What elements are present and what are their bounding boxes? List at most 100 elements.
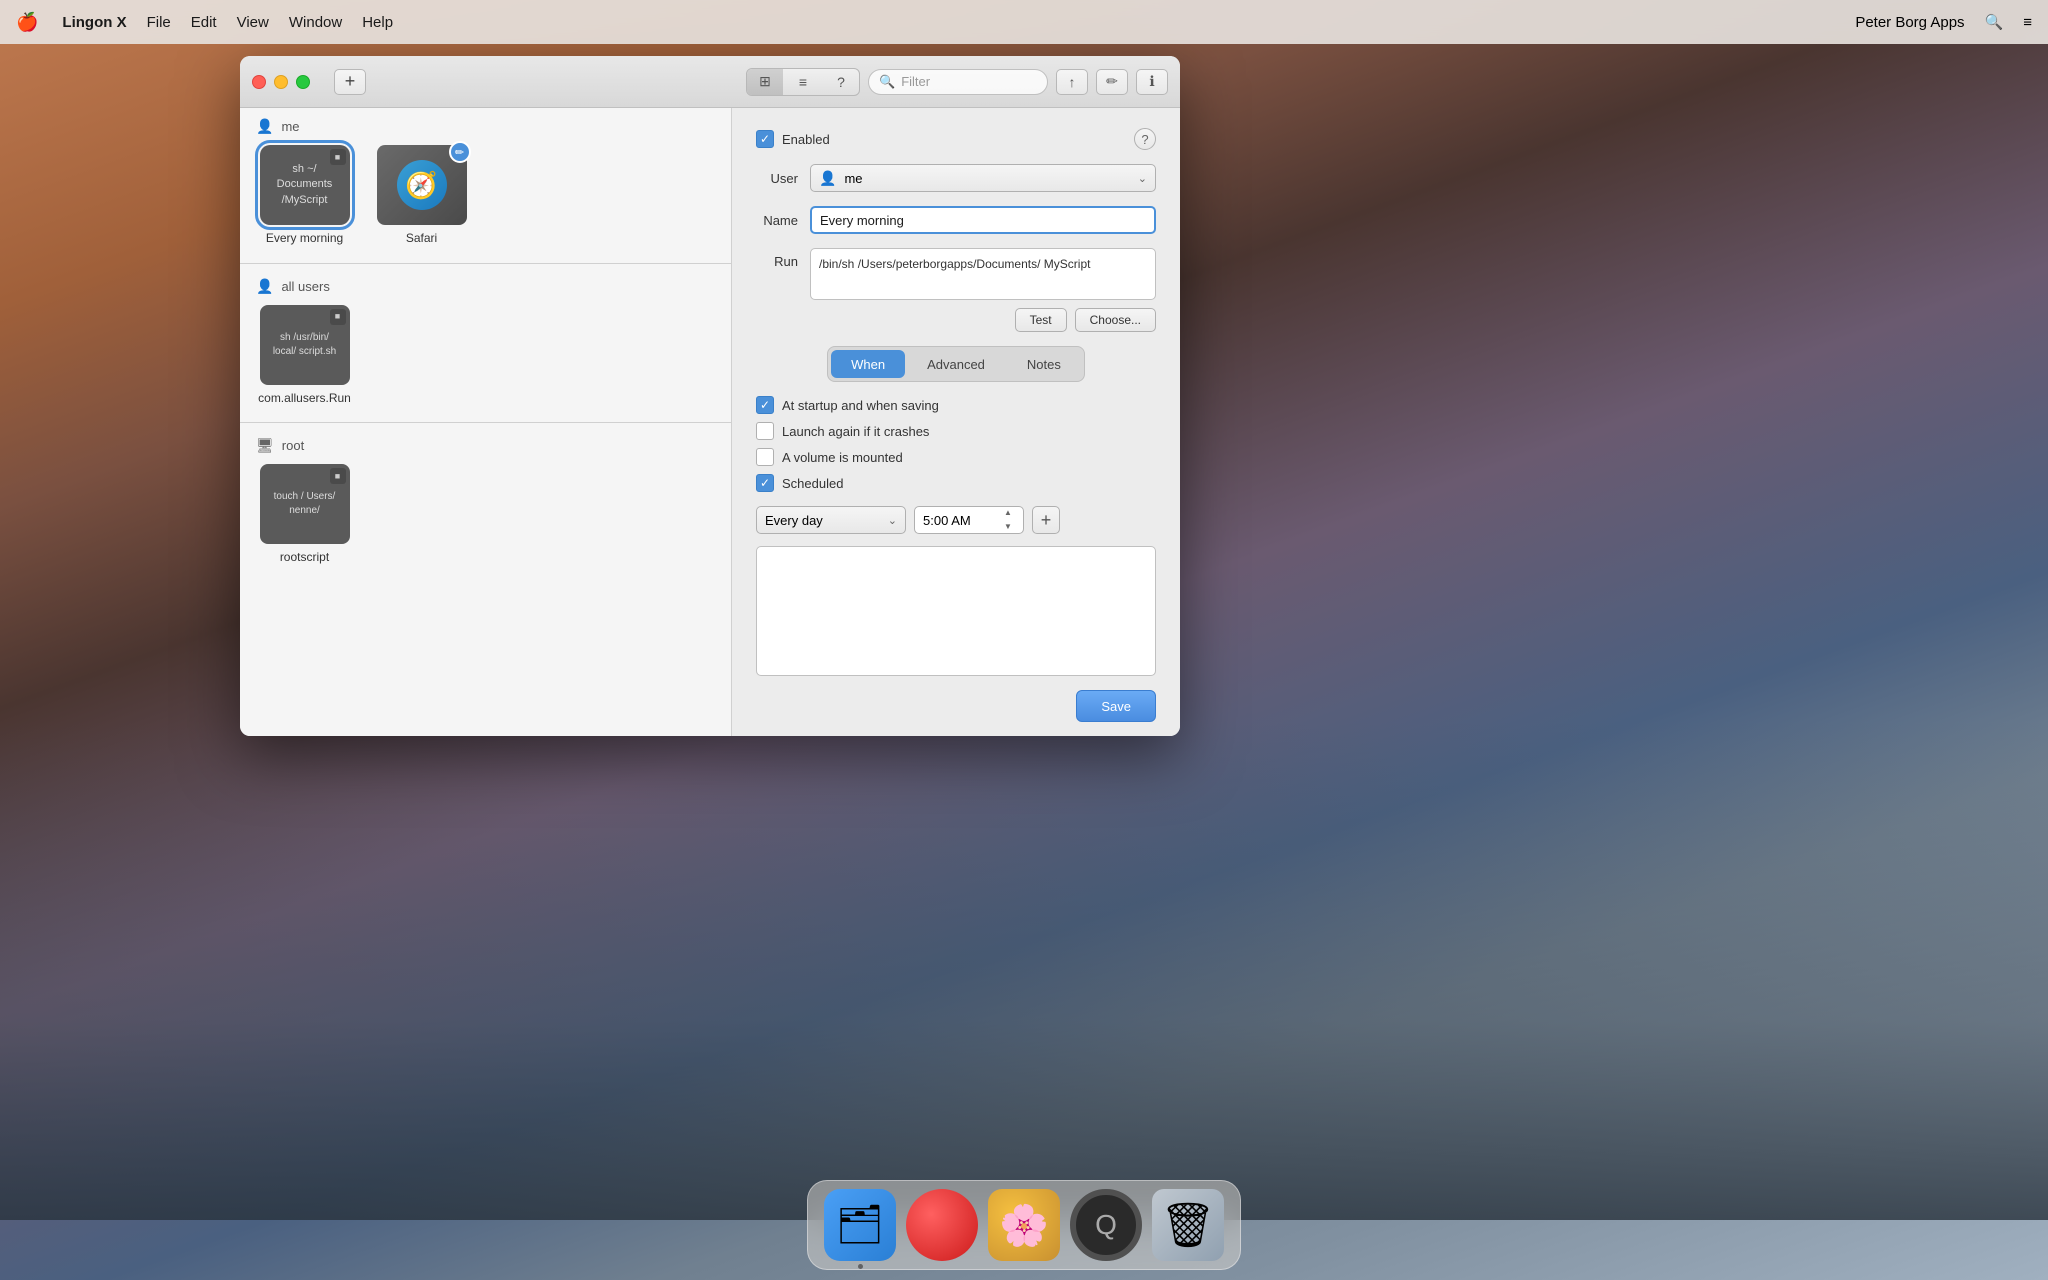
edit-menu[interactable]: Edit	[191, 14, 217, 31]
file-menu[interactable]: File	[147, 14, 171, 31]
run-value-text: /bin/sh /Users/peterborgapps/Documents/ …	[819, 257, 1090, 271]
add-item-button[interactable]: +	[334, 69, 366, 95]
root-icon: 🖥	[256, 437, 274, 454]
list-view-button[interactable]: ≡	[785, 69, 821, 95]
me-items-grid: ■ sh ~/ Documents /MyScript Every mornin…	[240, 141, 731, 259]
name-input[interactable]	[810, 206, 1156, 234]
scheduled-row: ✓ Scheduled	[756, 474, 1156, 492]
time-value: 5:00 AM	[923, 513, 971, 528]
enabled-checkbox[interactable]: ✓	[756, 130, 774, 148]
app-name-menu[interactable]: Lingon X	[62, 14, 126, 31]
menubar: 🍎 Lingon X File Edit View Window Help Pe…	[0, 0, 2048, 44]
scheduled-label: Scheduled	[782, 476, 843, 491]
window-menu[interactable]: Window	[289, 14, 342, 31]
menubar-search-icon[interactable]: 🔍	[1985, 13, 2004, 31]
safari-compass-icon: 🧭	[397, 160, 447, 210]
rootscript-text: touch / Users/ nenne/	[268, 490, 342, 518]
dock-sphere[interactable]	[906, 1189, 978, 1261]
rootscript-icon: ■ touch / Users/ nenne/	[260, 464, 350, 544]
enabled-row: ✓ Enabled ?	[756, 128, 1156, 150]
search-icon: 🔍	[879, 74, 895, 90]
user-label: User	[756, 171, 798, 186]
tab-when[interactable]: When	[831, 350, 905, 378]
user-select[interactable]: 👤 me ⌄	[810, 164, 1156, 192]
tab-notes[interactable]: Notes	[1007, 350, 1081, 378]
com-allusers-script-text: sh /usr/bin/ local/ script.sh	[268, 331, 342, 359]
frequency-select[interactable]: Every day ⌄	[756, 506, 906, 534]
launch-again-checkbox[interactable]	[756, 422, 774, 440]
right-panel: ✓ Enabled ? User 👤 me ⌄ Name	[732, 108, 1180, 736]
help-menu[interactable]: Help	[362, 14, 393, 31]
section-root: 🖥 root	[240, 427, 731, 460]
startup-checkbox[interactable]: ✓	[756, 396, 774, 414]
item-com-allusers[interactable]: ■ sh /usr/bin/ local/ script.sh com.allu…	[252, 305, 357, 407]
time-select[interactable]: 5:00 AM ▲ ▼	[914, 506, 1024, 534]
select-arrow-icon: ⌄	[1138, 172, 1147, 185]
view-toggle: ⊞ ≡ ?	[746, 68, 860, 96]
maximize-button[interactable]	[296, 75, 310, 89]
run-form-area: /bin/sh /Users/peterborgapps/Documents/ …	[810, 248, 1156, 332]
close-button[interactable]	[252, 75, 266, 89]
terminal-badge: ■	[330, 149, 346, 165]
run-label: Run	[756, 248, 798, 269]
user-avatar-icon: 👤	[819, 170, 836, 187]
dock-trash[interactable]: 🗑	[1152, 1189, 1224, 1261]
grid-view-button[interactable]: ⊞	[747, 69, 783, 95]
item-rootscript[interactable]: ■ touch / Users/ nenne/ rootscript	[252, 464, 357, 566]
info-button[interactable]: ℹ	[1136, 69, 1168, 95]
startup-row: ✓ At startup and when saving	[756, 396, 1156, 414]
every-morning-label: Every morning	[266, 231, 343, 247]
left-panel: 👤 me ■ sh ~/ Documents /MyScript Every m…	[240, 108, 732, 736]
section-all-users: 👤 all users	[240, 268, 731, 301]
run-buttons: Test Choose...	[810, 308, 1156, 332]
section-all-users-label: all users	[281, 279, 329, 294]
test-button[interactable]: Test	[1015, 308, 1067, 332]
save-button[interactable]: Save	[1076, 690, 1156, 722]
divider-2	[240, 422, 731, 423]
frequency-value: Every day	[765, 513, 823, 528]
run-input[interactable]: /bin/sh /Users/peterborgapps/Documents/ …	[810, 248, 1156, 300]
finder-dot	[858, 1264, 863, 1269]
dock-quicktime[interactable]: Q	[1070, 1189, 1142, 1261]
titlebar: + ⊞ ≡ ? 🔍 Filter ↑ ✏ ℹ	[240, 56, 1180, 108]
section-root-label: root	[282, 438, 304, 453]
safari-icon-wrapper: ✏ 🧭	[377, 145, 467, 225]
launch-again-row: Launch again if it crashes	[756, 422, 1156, 440]
run-row: Run /bin/sh /Users/peterborgapps/Documen…	[756, 248, 1156, 332]
divider-1	[240, 263, 731, 264]
frequency-arrow-icon: ⌄	[888, 514, 897, 527]
volume-row: A volume is mounted	[756, 448, 1156, 466]
help-button[interactable]: ?	[1134, 128, 1156, 150]
when-panel: ✓ At startup and when saving Launch agai…	[756, 396, 1156, 676]
scheduled-checkbox[interactable]: ✓	[756, 474, 774, 492]
safari-edit-badge: ✏	[449, 141, 471, 163]
time-stepper[interactable]: ▲ ▼	[1001, 506, 1015, 534]
filter-placeholder: Filter	[901, 74, 930, 89]
section-me: 👤 me	[240, 108, 731, 141]
user-icon: 👤	[256, 118, 273, 135]
apple-menu-icon[interactable]: 🍎	[16, 12, 38, 33]
dock: 🗂 🌸 Q 🗑	[807, 1180, 1241, 1270]
root-items-grid: ■ touch / Users/ nenne/ rootscript	[240, 460, 731, 578]
com-allusers-label: com.allusers.Run	[258, 391, 351, 407]
view-menu[interactable]: View	[237, 14, 269, 31]
edit-button[interactable]: ✏	[1096, 69, 1128, 95]
tab-advanced[interactable]: Advanced	[907, 350, 1005, 378]
menubar-menu-icon[interactable]: ≡	[2023, 14, 2032, 31]
volume-label: A volume is mounted	[782, 450, 903, 465]
user-value: me	[844, 171, 862, 186]
user-row: User 👤 me ⌄	[756, 164, 1156, 192]
info-view-button[interactable]: ?	[823, 69, 859, 95]
dock-finder[interactable]: 🗂	[824, 1189, 896, 1261]
choose-button[interactable]: Choose...	[1075, 308, 1156, 332]
filter-search[interactable]: 🔍 Filter	[868, 69, 1048, 95]
item-safari[interactable]: ✏ 🧭 Safari	[369, 145, 474, 247]
volume-checkbox[interactable]	[756, 448, 774, 466]
dock-pinwheel[interactable]: 🌸	[988, 1189, 1060, 1261]
item-every-morning[interactable]: ■ sh ~/ Documents /MyScript Every mornin…	[252, 145, 357, 247]
rootscript-label: rootscript	[280, 550, 329, 566]
schedule-area	[756, 546, 1156, 676]
add-schedule-button[interactable]: +	[1032, 506, 1060, 534]
minimize-button[interactable]	[274, 75, 288, 89]
share-button[interactable]: ↑	[1056, 69, 1088, 95]
